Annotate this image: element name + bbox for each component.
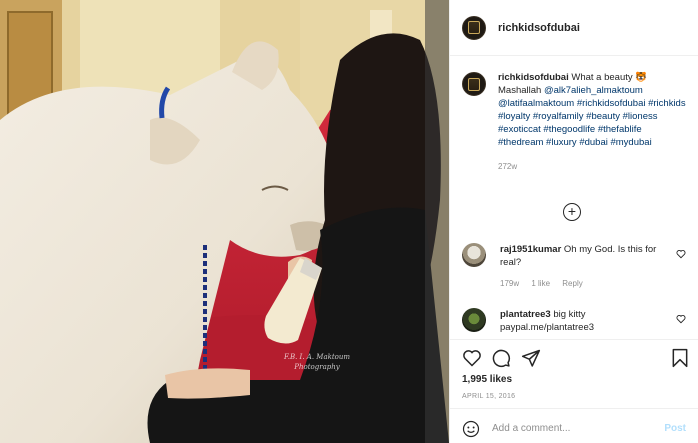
photo-watermark: F.B. I. A. Maktoum Photography: [272, 352, 362, 372]
comment-like-heart-icon[interactable]: [676, 249, 686, 259]
watermark-line-1: F.B. I. A. Maktoum: [283, 353, 351, 361]
post-actions: 1,995 likes APRIL 15, 2016 Post: [450, 339, 698, 443]
caption-mention-1[interactable]: @alk7alieh_almaktoum: [544, 85, 643, 96]
emoji-icon[interactable]: [462, 420, 480, 438]
post-date: APRIL 15, 2016: [462, 393, 516, 400]
caption-avatar[interactable]: [462, 72, 486, 96]
caption-time: 272w: [498, 162, 518, 171]
comment-like-heart-icon[interactable]: [676, 314, 686, 324]
caption-mention-2[interactable]: @latifaalmaktoum: [498, 98, 574, 109]
action-icons: [462, 348, 689, 372]
comment-avatar[interactable]: [462, 243, 486, 267]
post-photo[interactable]: F.B. I. A. Maktoum Photography: [0, 0, 449, 443]
comment-item: plantatree3 big kitty paypal.me/plantatr…: [462, 308, 686, 334]
comment-avatar[interactable]: [462, 308, 486, 332]
avatar-logo-icon: [468, 21, 480, 34]
caption: richkidsofdubai What a beauty 🐯 Mashalla…: [450, 57, 698, 173]
comment-body: plantatree3 big kitty paypal.me/plantatr…: [500, 308, 666, 334]
comment-username[interactable]: plantatree3: [500, 309, 551, 320]
comment-item: raj1951kumar Oh my God. Is this for real…: [462, 243, 686, 290]
comment-time: 179w: [500, 279, 520, 288]
avatar-logo-icon: [468, 77, 480, 91]
share-send-icon[interactable]: [521, 348, 541, 368]
comment-input[interactable]: [492, 423, 652, 434]
post-header: richkidsofdubai: [450, 0, 698, 56]
post-comment-button[interactable]: Post: [664, 423, 686, 434]
comment-username[interactable]: raj1951kumar: [500, 244, 561, 255]
post-side-panel: richkidsofdubai richkidsofdubai What a b…: [449, 0, 698, 443]
watermark-line-2: Photography: [294, 363, 340, 371]
bookmark-save-icon[interactable]: [671, 348, 689, 368]
load-more-comments-button[interactable]: +: [563, 203, 581, 221]
lioness-photo-illustration: [0, 0, 449, 443]
caption-username[interactable]: richkidsofdubai: [498, 72, 569, 83]
caption-body: richkidsofdubai What a beauty 🐯 Mashalla…: [498, 71, 686, 173]
like-heart-icon[interactable]: [462, 348, 482, 368]
comment-body: raj1951kumar Oh my God. Is this for real…: [500, 243, 666, 290]
comment-meta: 179w 1 like Reply: [500, 277, 666, 290]
comment-bubble-icon[interactable]: [491, 348, 511, 368]
profile-avatar[interactable]: [462, 15, 486, 40]
header-username[interactable]: richkidsofdubai: [498, 22, 580, 34]
comment-likes[interactable]: 1 like: [531, 279, 550, 288]
comment-reply-button[interactable]: Reply: [562, 279, 582, 288]
likes-count[interactable]: 1,995 likes: [462, 374, 512, 385]
comments-section: richkidsofdubai What a beauty 🐯 Mashalla…: [450, 57, 698, 339]
add-comment-bar: Post: [450, 408, 698, 443]
